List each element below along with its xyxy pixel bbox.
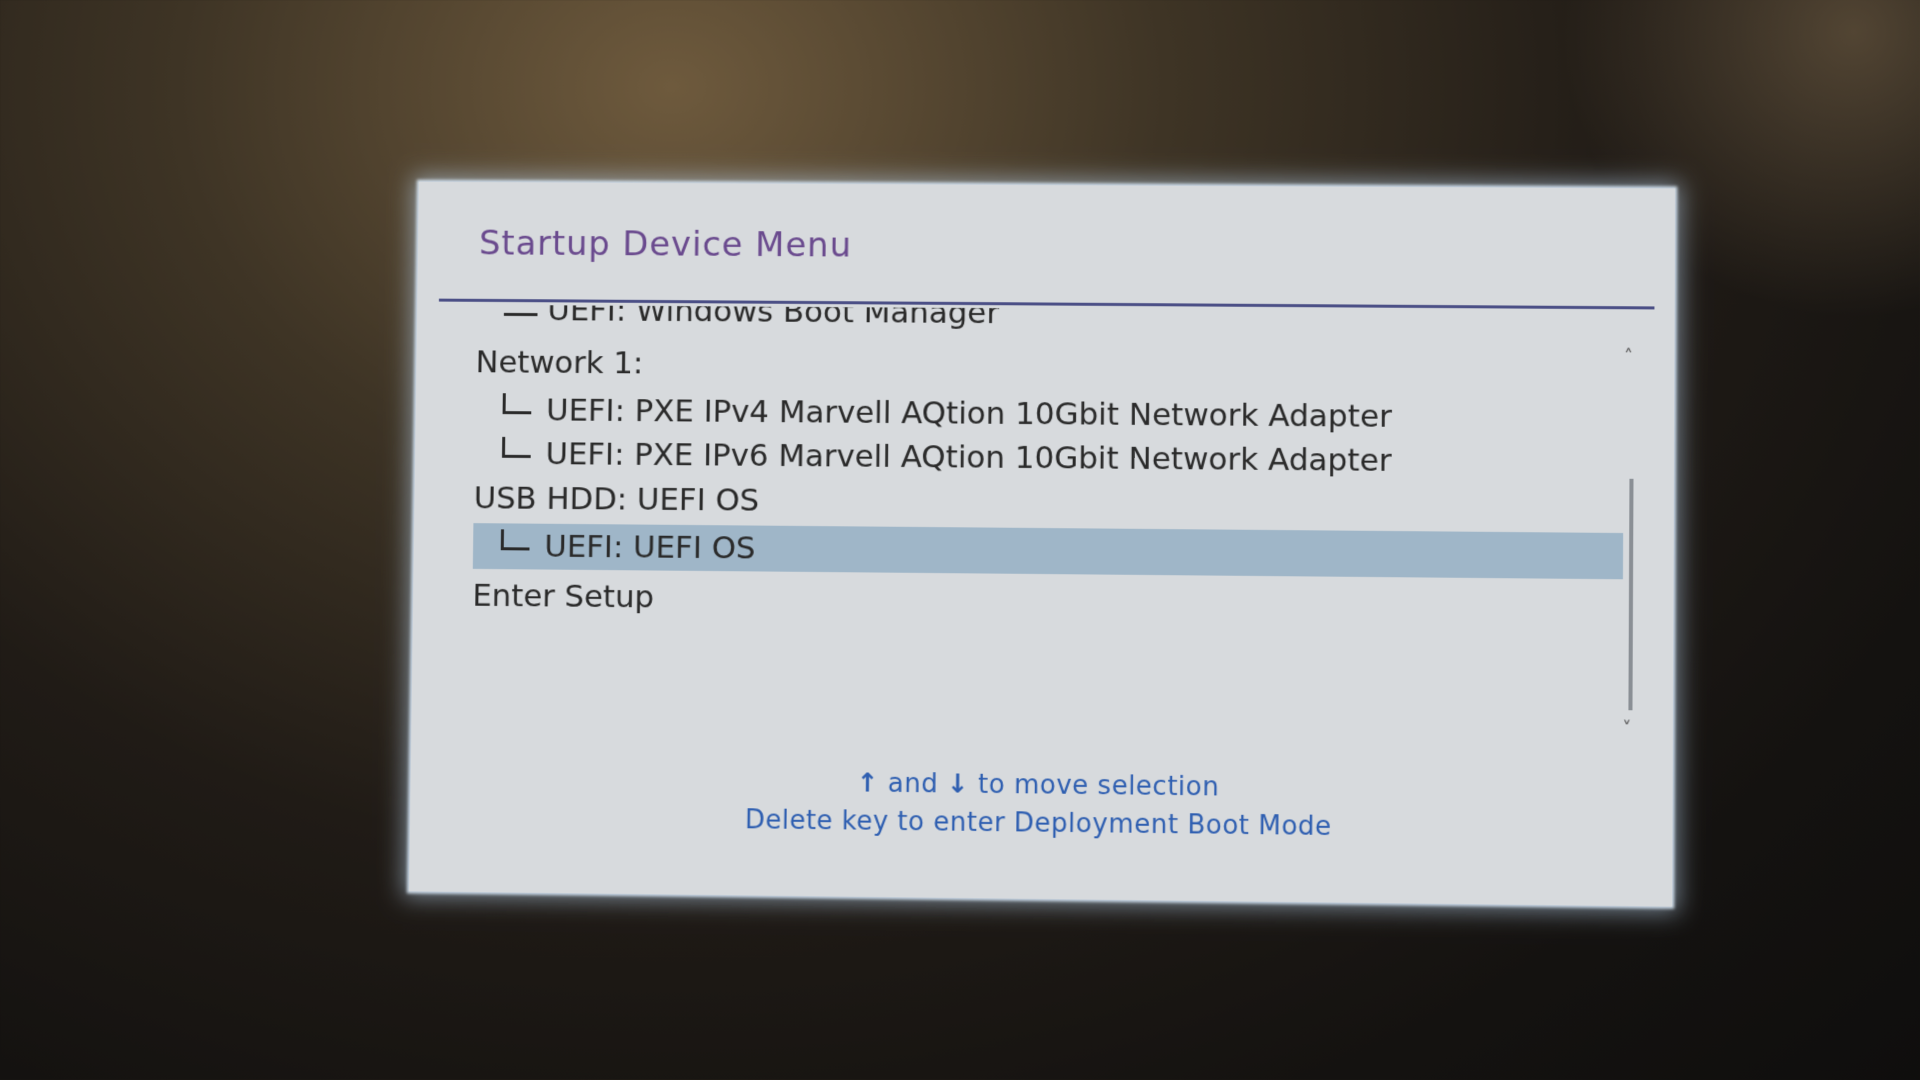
device-group-label: USB HDD: UEFI OS	[473, 480, 760, 519]
arrow-up-icon: ↑	[856, 768, 880, 799]
device-group-label: Network 1:	[475, 344, 644, 382]
device-group-network-1: Network 1:	[475, 339, 1624, 393]
menu-title: Startup Device Menu	[478, 223, 853, 266]
enter-setup-label: Enter Setup	[472, 577, 655, 616]
device-group-usb-hdd: USB HDD: UEFI OS	[473, 475, 1623, 531]
boot-device-list: UEFI: Windows Boot Manager Network 1: UE…	[411, 304, 1674, 724]
boot-option-windows-boot-manager[interactable]: UEFI: Windows Boot Manager	[476, 304, 1624, 340]
scroll-track	[1628, 368, 1634, 711]
boot-option-label: UEFI: Windows Boot Manager	[547, 304, 1000, 332]
scroll-thumb[interactable]	[1628, 478, 1634, 711]
boot-option-label: UEFI: UEFI OS	[544, 528, 756, 567]
scroll-down-icon[interactable]: ˅	[1622, 718, 1631, 739]
enter-setup-option[interactable]: Enter Setup	[472, 573, 1623, 630]
arrow-down-icon: ↓	[946, 769, 970, 800]
boot-option-uefi-os[interactable]: UEFI: UEFI OS	[472, 523, 1624, 580]
list-scrollbar[interactable]: ˄ ˅	[1622, 346, 1638, 740]
tree-connector	[502, 393, 532, 415]
scroll-up-icon[interactable]: ˄	[1624, 346, 1633, 367]
tree-connector	[503, 312, 538, 317]
hint-move-text: to move selection	[969, 769, 1220, 803]
hint-and-text: and	[878, 768, 948, 800]
startup-device-menu: Startup Device Menu UEFI: Windows Boot M…	[408, 181, 1676, 907]
boot-option-label: UEFI: PXE IPv6 Marvell AQtion 10Gbit Net…	[545, 436, 1392, 479]
tree-connector	[501, 436, 531, 458]
key-hints: ↑ and ↓ to move selection Delete key to …	[410, 760, 1673, 851]
tree-connector	[500, 529, 530, 551]
